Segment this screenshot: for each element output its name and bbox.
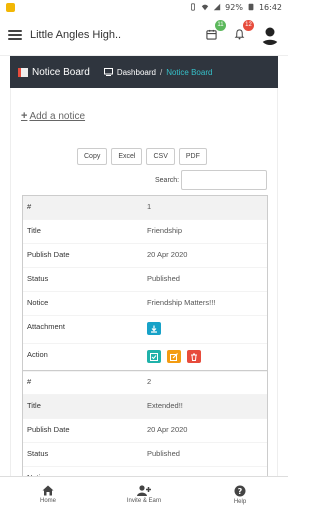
avatar[interactable] bbox=[260, 25, 280, 45]
row-label: # bbox=[27, 202, 32, 211]
row-label: Status bbox=[27, 274, 49, 283]
row-value: Extended!! bbox=[147, 401, 183, 410]
edit-button[interactable] bbox=[167, 350, 182, 363]
row-value: Friendship bbox=[147, 226, 183, 235]
clock: 16:42 bbox=[258, 2, 282, 12]
dashboard-icon bbox=[103, 68, 113, 76]
row-label: Action bbox=[27, 350, 48, 359]
row-label: Attachment bbox=[27, 322, 65, 331]
status-bar: 92% 16:42 bbox=[0, 0, 288, 14]
notice-board-content: + Add a notice Copy Excel CSV PDF Search… bbox=[10, 88, 278, 491]
edit-icon bbox=[170, 352, 179, 361]
copy-button[interactable]: Copy bbox=[77, 148, 108, 165]
search-row: Search: bbox=[155, 170, 268, 190]
search-label: Search: bbox=[155, 176, 180, 184]
view-button[interactable] bbox=[147, 350, 161, 363]
battery-icon bbox=[248, 3, 254, 11]
row-value: 2 bbox=[147, 377, 152, 386]
record-row: Title Friendship bbox=[23, 220, 267, 244]
delete-button[interactable] bbox=[187, 350, 202, 363]
vibrate-icon bbox=[191, 3, 196, 11]
attachment-cell bbox=[143, 316, 267, 343]
record-row: Status Published bbox=[23, 268, 267, 292]
home-icon bbox=[42, 485, 54, 496]
nav-label: Help bbox=[233, 498, 247, 505]
trash-icon bbox=[191, 353, 198, 361]
calendar-badge: 11 bbox=[215, 19, 226, 31]
export-buttons: Copy Excel CSV PDF bbox=[77, 148, 207, 165]
breadcrumb: Dashboard / Notice Board bbox=[103, 67, 213, 77]
notifications-badge: 12 bbox=[243, 19, 254, 31]
nav-label: Invite & Earn bbox=[126, 498, 162, 504]
record-row: Publish Date 20 Apr 2020 bbox=[23, 419, 267, 443]
breadcrumb-separator: / bbox=[159, 67, 163, 77]
nav-label: Home bbox=[39, 498, 56, 504]
record-row: # 1 bbox=[23, 196, 267, 220]
battery-level: 92% bbox=[225, 2, 243, 12]
row-value: 20 Apr 2020 bbox=[147, 425, 188, 434]
signal-icon bbox=[213, 3, 221, 11]
excel-button[interactable]: Excel bbox=[111, 148, 143, 165]
notice-board-icon bbox=[18, 67, 28, 77]
record-row: Attachment bbox=[23, 316, 267, 344]
breadcrumb-dashboard[interactable]: Dashboard bbox=[117, 68, 156, 77]
breadcrumb-current: Notice Board bbox=[166, 67, 213, 77]
add-user-icon bbox=[137, 485, 151, 496]
status-right: 92% 16:42 bbox=[189, 3, 282, 12]
record-row: Status Published bbox=[23, 443, 267, 467]
record-row: Publish Date 20 Apr 2020 bbox=[23, 244, 267, 268]
row-label: Title bbox=[27, 401, 41, 410]
search-input[interactable] bbox=[181, 170, 268, 190]
row-label: # bbox=[27, 377, 32, 386]
bottom-nav: Home Invite & Earn ? Help bbox=[0, 476, 288, 512]
nav-home[interactable]: Home bbox=[0, 477, 96, 512]
user-avatar-icon bbox=[261, 27, 279, 45]
page-title: Notice Board bbox=[32, 66, 90, 78]
help-icon: ? bbox=[234, 485, 246, 496]
row-label: Title bbox=[27, 226, 41, 235]
download-icon bbox=[151, 325, 157, 333]
calendar-button[interactable]: 11 bbox=[204, 19, 226, 42]
svg-text:?: ? bbox=[238, 487, 243, 496]
row-label: Publish Date bbox=[27, 425, 70, 434]
plus-icon: + bbox=[21, 110, 28, 122]
record-row: Title Extended!! bbox=[23, 395, 267, 419]
row-value: Published bbox=[147, 449, 180, 458]
notice-record: # 2 Title Extended!! Publish Date 20 Apr… bbox=[22, 370, 268, 491]
app-bar: Little Angles High.. 11 12 bbox=[0, 14, 288, 56]
nav-help[interactable]: ? Help bbox=[192, 477, 288, 512]
add-notice-label: Add a notice bbox=[29, 110, 86, 122]
row-value: 1 bbox=[147, 202, 152, 211]
notifications-button[interactable]: 12 bbox=[232, 19, 254, 42]
wifi-icon bbox=[201, 4, 209, 11]
action-cell bbox=[143, 344, 267, 371]
nav-invite[interactable]: Invite & Earn bbox=[96, 477, 192, 512]
menu-icon[interactable] bbox=[8, 29, 22, 40]
bell-icon bbox=[234, 29, 244, 40]
add-notice-link[interactable]: + Add a notice bbox=[21, 110, 85, 122]
row-value: Friendship Matters!!! bbox=[147, 298, 216, 307]
check-square-icon bbox=[150, 352, 158, 361]
app-title: Little Angles High.. bbox=[30, 28, 122, 41]
page-header: Notice Board Dashboard / Notice Board bbox=[10, 56, 278, 88]
notice-record: # 1 Title Friendship Publish Date 20 Apr… bbox=[22, 195, 268, 372]
record-row: Action bbox=[23, 344, 267, 372]
pdf-button[interactable]: PDF bbox=[178, 148, 207, 165]
notification-app-icon bbox=[6, 2, 15, 12]
status-notification-icons bbox=[6, 2, 15, 12]
download-button[interactable] bbox=[147, 322, 161, 335]
record-row: # 2 bbox=[23, 371, 267, 395]
row-value: 20 Apr 2020 bbox=[147, 250, 188, 259]
calendar-icon bbox=[205, 29, 217, 40]
row-label: Publish Date bbox=[27, 250, 70, 259]
record-row: Notice Friendship Matters!!! bbox=[23, 292, 267, 316]
csv-button[interactable]: CSV bbox=[146, 148, 175, 165]
row-value: Published bbox=[147, 274, 180, 283]
row-label: Status bbox=[27, 449, 49, 458]
row-label: Notice bbox=[27, 298, 49, 307]
